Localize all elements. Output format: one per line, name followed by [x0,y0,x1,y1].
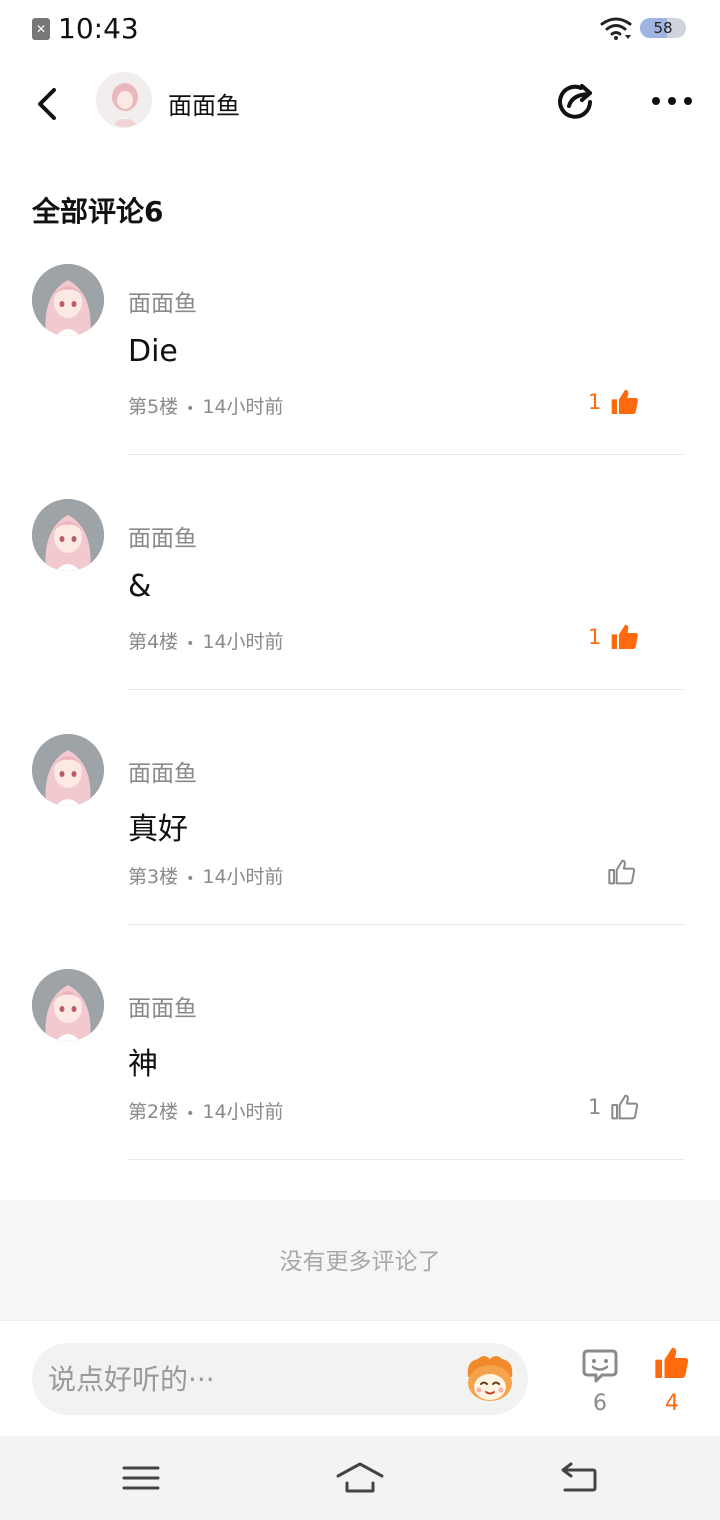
comment-meta: 第2楼 • 14小时前 [128,1097,284,1124]
comment-input-pill[interactable] [32,1343,528,1415]
thumbs-up-icon [612,624,639,649]
comment-text: Die [128,334,178,369]
thumbs-up-icon [655,1347,689,1378]
top-bar: 面面鱼 [0,60,720,150]
chevron-left-icon[interactable] [28,82,68,126]
comment-page: ✕ 10:43 58 面面鱼 全部评论6 面面鱼 Die 第5楼 • 14小时前… [0,0,720,1520]
comment-time: 14小时前 [202,396,284,418]
likes-count: 4 [665,1391,679,1416]
comment-like-button[interactable] [588,852,638,892]
no-more-comments-text: 没有更多评论了 [279,1249,441,1275]
comment-floor: 第5楼 [128,396,179,418]
comment-author[interactable]: 面面鱼 [128,284,197,318]
comment-time: 14小时前 [202,631,284,653]
status-bar: ✕ 10:43 58 [0,0,720,60]
comment-meta: 第4楼 • 14小时前 [128,627,284,654]
comment-author[interactable]: 面面鱼 [128,989,197,1023]
comment-icon [582,1349,618,1383]
comment-item[interactable]: 面面鱼 & 第4楼 • 14小时前 1 [0,499,720,734]
header-username[interactable]: 面面鱼 [168,86,240,121]
battery-level: 58 [653,19,673,37]
meta-separator: • [186,871,195,887]
comment-text: & [128,569,152,604]
comment-item[interactable]: 面面鱼真好第3楼 • 14小时前 [0,734,720,969]
home-icon[interactable] [335,1456,385,1500]
comment-like-button[interactable]: 1 [588,382,641,422]
emoji-mascot-icon[interactable] [462,1353,518,1405]
comment-like-button[interactable]: 1 [588,1087,641,1127]
meta-separator: • [186,636,195,652]
battery-indicator: 58 [640,18,686,38]
comment-text: 真好 [128,812,188,847]
divider [128,454,684,455]
avatar-image [32,969,104,1041]
thumbs-up-icon [611,1094,639,1120]
comment-floor: 第2楼 [128,1101,179,1123]
like-action[interactable]: 4 [642,1339,702,1419]
comment-floor: 第3楼 [128,866,179,888]
system-nav-bar [0,1436,720,1520]
comment-text: 神 [128,1047,158,1082]
comment-meta: 第5楼 • 14小时前 [128,392,284,419]
header-avatar[interactable] [96,72,152,128]
comment-input-bar: 6 4 [0,1320,720,1436]
comment-time: 14小时前 [202,1101,284,1123]
more-icon[interactable] [648,84,696,118]
meta-separator: • [186,1106,195,1122]
thumbs-up-icon [612,389,639,414]
comment-like-count: 1 [588,625,602,649]
comment-like-count: 1 [588,390,602,414]
avatar[interactable] [32,264,104,336]
comment-item[interactable]: 面面鱼神第2楼 • 14小时前 1 [0,969,720,1204]
end-of-list: 没有更多评论了 [0,1200,720,1320]
comment-meta: 第3楼 • 14小时前 [128,862,284,889]
comment-time: 14小时前 [202,866,284,888]
comment-author[interactable]: 面面鱼 [128,519,197,553]
no-sim-icon: ✕ [32,18,50,40]
comment-input[interactable] [48,1343,448,1415]
return-icon[interactable] [555,1456,605,1500]
comment-like-count: 1 [588,1095,602,1119]
avatar-image [32,264,104,336]
avatar[interactable] [32,499,104,571]
avatar[interactable] [32,734,104,806]
wifi-icon [600,17,632,40]
avatar-image [32,499,104,571]
meta-separator: • [186,401,195,417]
comment-like-button[interactable]: 1 [588,617,641,657]
comment-floor: 第4楼 [128,631,179,653]
comments-heading: 全部评论6 [32,195,164,228]
avatar-image [97,73,151,127]
comment-item[interactable]: 面面鱼 Die 第5楼 • 14小时前 1 [0,264,720,499]
thumbs-up-icon [608,859,636,885]
share-icon[interactable] [552,78,600,126]
divider [128,924,684,925]
comments-action[interactable]: 6 [570,1339,630,1419]
menu-icon[interactable] [116,1456,166,1500]
avatar[interactable] [32,969,104,1041]
avatar-image [32,734,104,806]
comment-author[interactable]: 面面鱼 [128,754,197,788]
divider [128,689,684,690]
status-time: 10:43 [58,12,139,45]
divider [128,1159,684,1160]
comments-count: 6 [593,1391,607,1416]
